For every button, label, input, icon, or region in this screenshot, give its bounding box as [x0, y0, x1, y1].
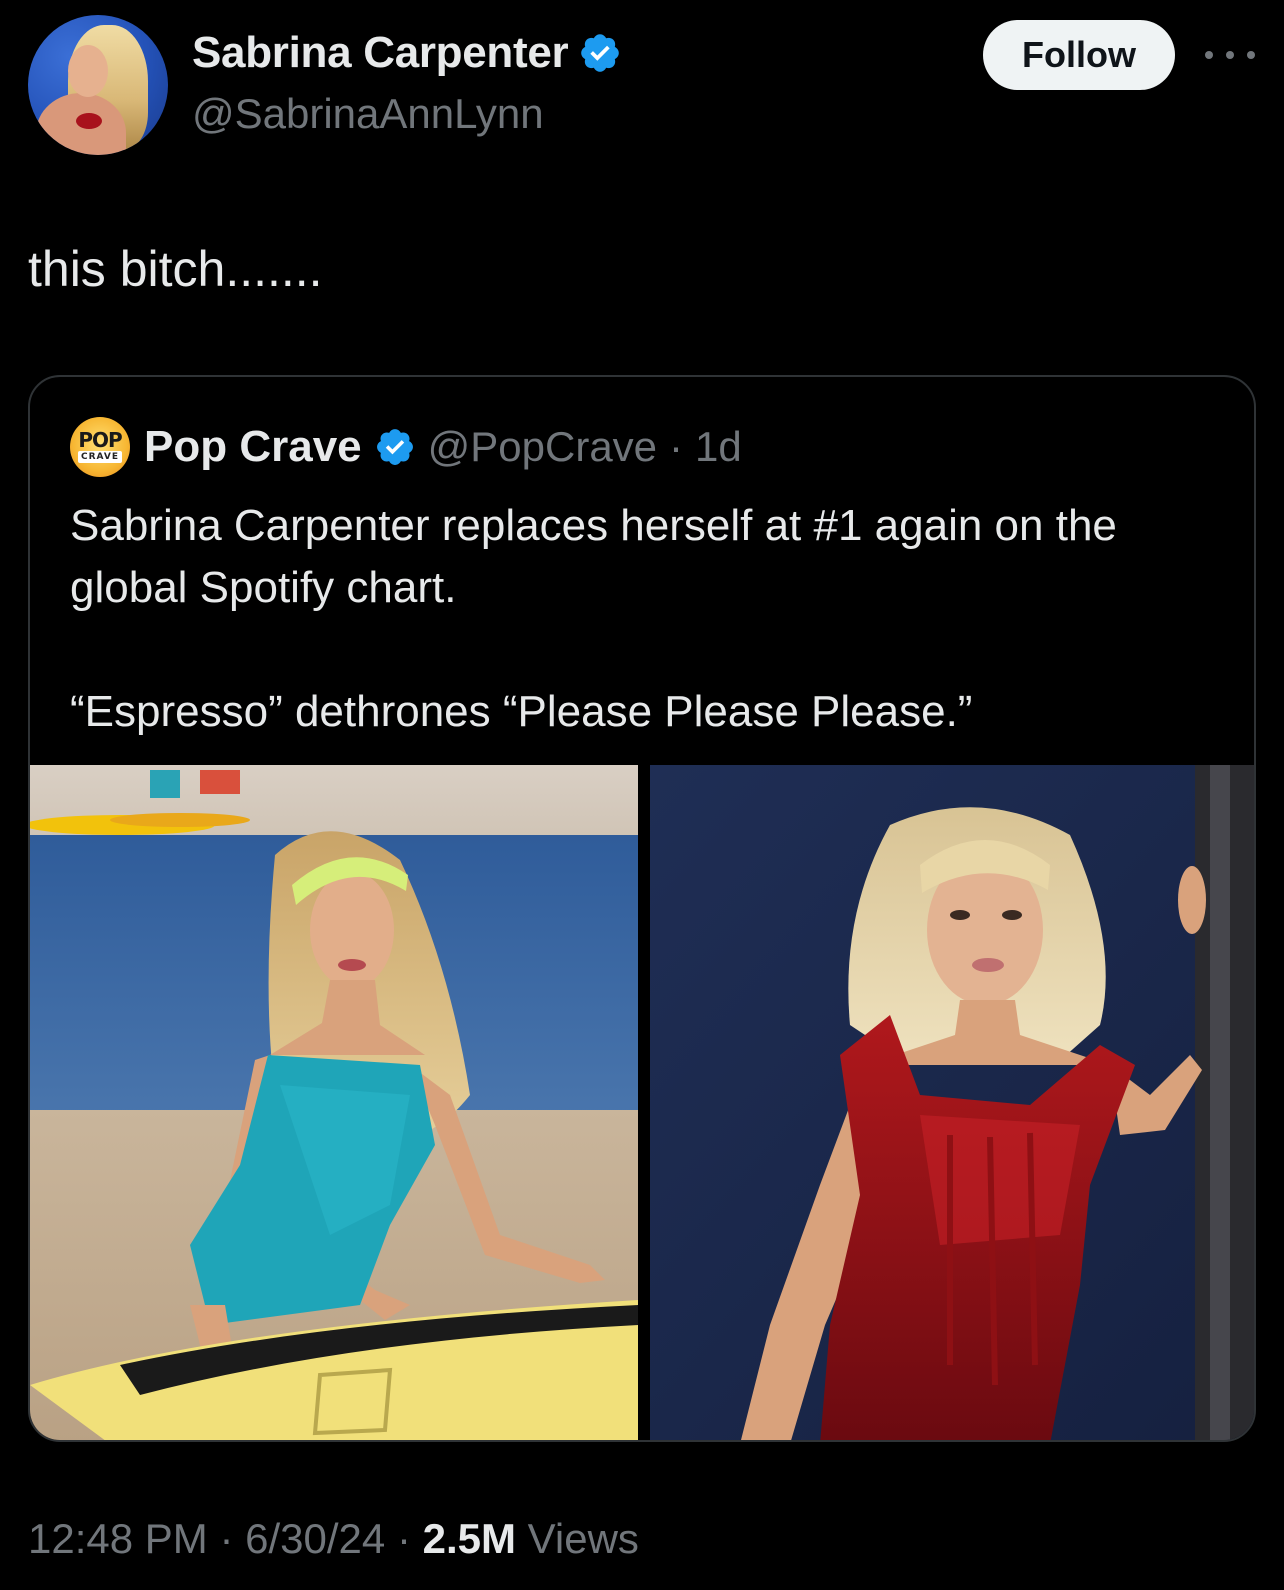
- quoted-author-handle[interactable]: @PopCrave: [428, 423, 657, 471]
- media-photo-beach[interactable]: [30, 765, 638, 1440]
- quoted-text-paragraph: Sabrina Carpenter replaces herself at #1…: [70, 501, 1117, 612]
- quoted-text-paragraph: “Espresso” dethrones “Please Please Plea…: [70, 687, 973, 736]
- quoted-tweet-card[interactable]: POP CRAVE Pop Crave @PopCrave · 1d Sabri…: [28, 375, 1256, 1442]
- quoted-timestamp[interactable]: 1d: [695, 423, 742, 471]
- tweet-date[interactable]: 6/30/24: [245, 1515, 385, 1562]
- views-count[interactable]: 2.5M: [423, 1515, 516, 1562]
- pop-crave-logo-subtext: CRAVE: [78, 451, 122, 463]
- more-dot: [1226, 51, 1234, 59]
- verified-badge-icon: [581, 34, 620, 72]
- more-dot: [1205, 51, 1213, 59]
- meta-separator: ·: [219, 1515, 234, 1562]
- avatar-lips: [76, 113, 102, 129]
- red-dress-photo-illustration: [650, 765, 1254, 1440]
- meta-separator: ·: [396, 1515, 411, 1562]
- tweet-text: this bitch.......: [28, 241, 323, 297]
- tweet: Sabrina Carpenter @SabrinaAnnLynn Follow…: [0, 0, 1284, 1590]
- tweet-time[interactable]: 12:48 PM: [28, 1515, 208, 1562]
- more-dot: [1247, 51, 1255, 59]
- quoted-tweet-header: POP CRAVE Pop Crave @PopCrave · 1d: [70, 417, 742, 477]
- author-handle[interactable]: @SabrinaAnnLynn: [192, 90, 544, 138]
- quoted-author-name[interactable]: Pop Crave: [144, 422, 362, 472]
- pop-crave-avatar[interactable]: POP CRAVE: [70, 417, 130, 477]
- author-avatar[interactable]: [28, 15, 168, 155]
- follow-button[interactable]: Follow: [983, 20, 1175, 90]
- author-display-name[interactable]: Sabrina Carpenter: [192, 28, 569, 78]
- quoted-media-grid: [30, 765, 1254, 1440]
- pop-crave-logo-text: POP: [78, 428, 122, 452]
- more-options-icon[interactable]: [1205, 40, 1255, 70]
- verified-badge-icon: [376, 429, 413, 465]
- beach-photo-illustration: [30, 765, 638, 1440]
- author-name-row: Sabrina Carpenter: [192, 28, 622, 78]
- avatar-face: [68, 45, 108, 97]
- quoted-separator: ·: [669, 423, 684, 470]
- tweet-metadata: 12:48 PM · 6/30/24 · 2.5M Views: [28, 1515, 639, 1563]
- quoted-tweet-text: Sabrina Carpenter replaces herself at #1…: [70, 495, 1220, 743]
- views-label: Views: [527, 1515, 639, 1562]
- media-photo-red-dress[interactable]: [650, 765, 1254, 1440]
